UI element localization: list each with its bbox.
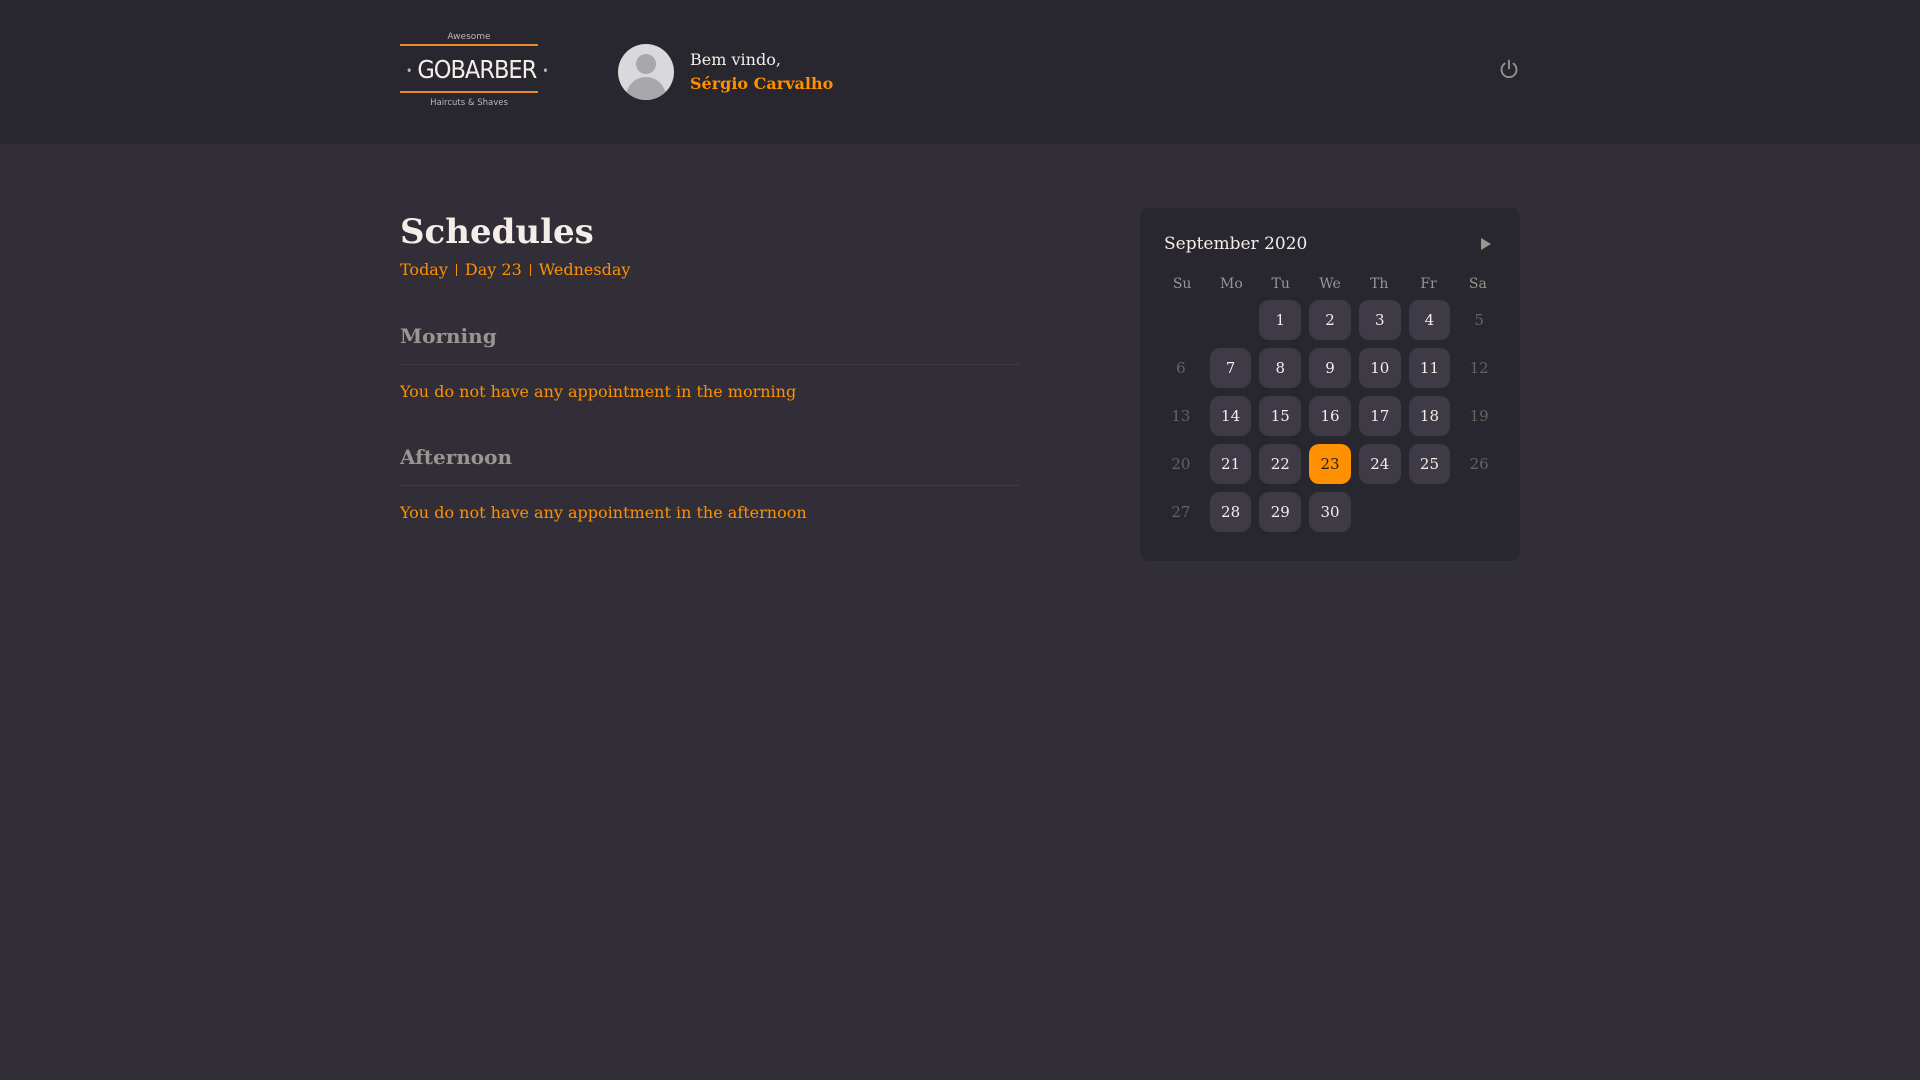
calendar-grid: Su Mo Tu We Th Fr Sa 1 2 3 4 5 6 7 8 9 10 11 12 13 14 15 16 17… <box>1160 268 1500 540</box>
calendar-day[interactable]: 22 <box>1259 444 1302 484</box>
separator <box>529 264 531 276</box>
username-link[interactable]: Sérgio Carvalho <box>690 72 833 96</box>
weekday-label: Sa <box>1468 276 1487 292</box>
calendar-day[interactable]: 30 <box>1309 492 1351 532</box>
page-title: Schedules <box>400 212 594 252</box>
calendar-day[interactable]: 18 <box>1408 396 1451 436</box>
calendar-day[interactable]: 24 <box>1358 444 1401 484</box>
header-content: Awesome • GOBARBER • Haircuts & Shaves Bem… <box>400 0 1520 144</box>
calendar-day-disabled: 13 <box>1171 407 1191 425</box>
calendar-day[interactable]: 1 <box>1259 300 1302 340</box>
calendar-day[interactable]: 16 <box>1309 396 1351 436</box>
morning-empty-message: You do not have any appointment in the m… <box>400 382 797 401</box>
logo-wordmark: • GOBARBER • <box>400 44 549 93</box>
logo-name: GOBARBER <box>417 55 537 84</box>
calendar-day[interactable]: 7 <box>1209 348 1252 388</box>
weekday-label: Wednesday <box>538 260 631 279</box>
calendar-day-disabled: 20 <box>1171 455 1191 473</box>
calendar-day-disabled: 5 <box>1474 311 1484 329</box>
calendar-day-disabled: 26 <box>1469 455 1489 473</box>
calendar-week: 27 28 29 30 <box>1160 492 1500 540</box>
calendar-day[interactable]: 4 <box>1408 300 1451 340</box>
afternoon-empty-message: You do not have any appointment in the a… <box>400 503 807 522</box>
calendar-empty-cell <box>1359 492 1401 532</box>
calendar-day-disabled: 6 <box>1176 359 1186 377</box>
calendar-day[interactable]: 21 <box>1209 444 1252 484</box>
separator <box>455 264 457 276</box>
weekday-row: Su Mo Tu We Th Fr Sa <box>1160 268 1500 300</box>
calendar-month: September 2020 <box>1164 234 1308 254</box>
calendar-day[interactable]: 11 <box>1408 348 1451 388</box>
calendar-day[interactable]: 3 <box>1358 300 1401 340</box>
calendar-empty-cell <box>1409 492 1451 532</box>
weekday-label: Mo <box>1220 276 1243 292</box>
calendar-empty-cell <box>1160 300 1202 340</box>
calendar-empty-cell <box>1458 492 1500 532</box>
calendar: September 2020 Su Mo Tu We Th Fr Sa 1234567891… <box>1140 208 1520 561</box>
user-profile: Bem vindo, Sérgio Carvalho <box>618 44 833 100</box>
weekday-label: Su <box>1172 276 1192 292</box>
today-label: Today <box>400 260 448 279</box>
morning-section: Morning You do not have any appointment … <box>400 322 1020 403</box>
calendar-day[interactable]: 29 <box>1259 492 1302 532</box>
calendar-day-disabled: 12 <box>1469 359 1489 377</box>
calendar-day[interactable]: 17 <box>1358 396 1401 436</box>
avatar[interactable] <box>618 44 674 100</box>
weekday-label: We <box>1319 276 1341 292</box>
afternoon-title: Afternoon <box>400 443 1020 486</box>
date-info: Today Day 23 Wednesday <box>400 258 1020 282</box>
gobarber-logo[interactable]: Awesome • GOBARBER • Haircuts & Shaves <box>400 30 549 114</box>
calendar-week: 13 14 15 16 17 18 19 <box>1160 396 1500 444</box>
calendar-day-selected[interactable]: 23 <box>1309 444 1351 484</box>
calendar-day[interactable]: 15 <box>1259 396 1302 436</box>
logo-tagline-top: Awesome <box>447 32 491 42</box>
calendar-day[interactable]: 25 <box>1408 444 1451 484</box>
calendar-day[interactable]: 9 <box>1309 348 1351 388</box>
calendar-day[interactable]: 14 <box>1209 396 1252 436</box>
calendar-empty-cell <box>1210 300 1252 340</box>
power-icon[interactable] <box>1498 58 1520 80</box>
schedule-panel: Schedules Today Day 23 Wednesday Morning… <box>400 208 1020 524</box>
afternoon-section: Afternoon You do not have any appointmen… <box>400 443 1020 524</box>
calendar-header: September 2020 <box>1164 224 1496 264</box>
power-icon-graphic <box>1500 59 1518 78</box>
weekday-label: Th <box>1370 276 1389 292</box>
logo-tagline-bottom: Haircuts & Shaves <box>430 98 508 108</box>
app-header: Awesome • GOBARBER • Haircuts & Shaves Bem… <box>0 0 1920 144</box>
calendar-day-disabled: 19 <box>1469 407 1489 425</box>
welcome-text: Bem vindo, <box>690 50 781 69</box>
profile-text: Bem vindo, Sérgio Carvalho <box>690 48 833 96</box>
weekday-label: Fr <box>1420 276 1437 292</box>
calendar-day[interactable]: 8 <box>1259 348 1302 388</box>
calendar-day-disabled: 27 <box>1171 503 1191 521</box>
morning-title: Morning <box>400 322 1020 365</box>
weekday-label: Tu <box>1271 276 1290 292</box>
calendar-week: 6 7 8 9 10 11 12 <box>1160 348 1500 396</box>
calendar-day[interactable]: 10 <box>1358 348 1401 388</box>
day-label: Day 23 <box>464 260 522 279</box>
triangle-right-icon[interactable] <box>1476 234 1496 254</box>
avatar-body <box>626 77 666 100</box>
calendar-day[interactable]: 2 <box>1309 300 1351 340</box>
calendar-week: 20 21 22 23 24 25 26 <box>1160 444 1500 492</box>
calendar-week: 1234 5 <box>1160 300 1500 348</box>
calendar-day[interactable]: 28 <box>1209 492 1252 532</box>
avatar-head <box>636 54 656 74</box>
